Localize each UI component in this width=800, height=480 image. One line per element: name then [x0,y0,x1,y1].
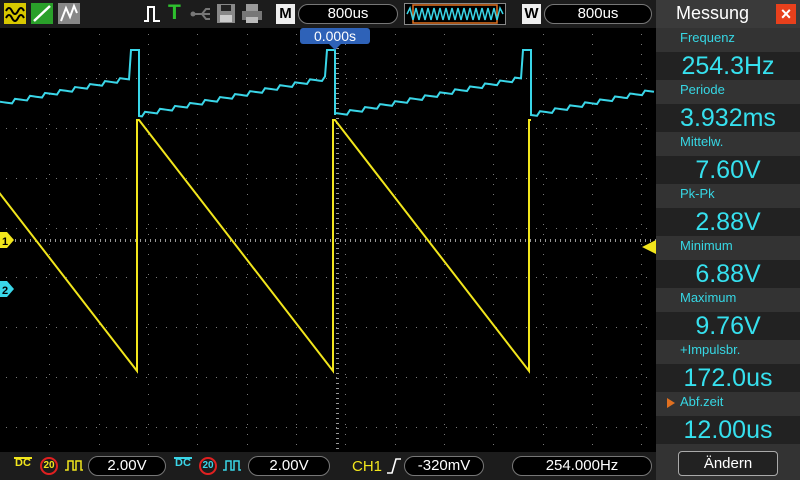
measurement-value-fall-time[interactable]: 12.00us [656,416,800,444]
measurement-value-frequency[interactable]: 254.3Hz [656,52,800,80]
ch2-marker-label: 2 [2,285,8,297]
measurement-value-period[interactable]: 3.932ms [656,104,800,132]
timebase-display[interactable]: 800us [298,4,398,24]
measurement-label-period: Periode [680,82,725,97]
window-timebase-label: W [522,4,541,24]
ch2-scale-display[interactable]: 2.00V [248,456,330,476]
measurement-label-pkpk: Pk-Pk [680,186,715,201]
ch2-waveform [0,49,655,118]
waveform-grid: 1 2 [0,28,656,449]
measurement-label-frequency: Frequenz [680,30,735,45]
ch1-marker-label: 1 [2,236,8,248]
bottom-status-bar: DC 20 2.00V DC 20 2.00V CH1 -320mV 254.0… [0,452,656,480]
waveform-icon[interactable] [4,3,26,24]
change-button[interactable]: Ändern [678,451,778,476]
measurement-value-maximum[interactable]: 9.76V [656,312,800,340]
measurement-label-maximum: Maximum [680,290,737,305]
trigger-level-display[interactable]: -320mV [404,456,484,476]
measurement-value-pkpk[interactable]: 2.88V [656,208,800,236]
measurement-label-fall-time: Abf.zeit [680,394,724,409]
panel-header: Messung × [656,0,800,28]
measurement-value-mean[interactable]: 7.60V [656,156,800,184]
trigger-level-marker[interactable] [642,240,656,254]
slope-icon[interactable] [31,3,53,24]
ch1-waveform [0,119,531,374]
measurement-value-pulse-width[interactable]: 172.0us [656,364,800,392]
trigger-edge-icon [144,6,160,22]
ch1-scale-display[interactable]: 2.00V [88,456,166,476]
ch2-bandwidth-limit[interactable]: 20 [199,457,217,475]
ch2-coupling[interactable]: DC [174,457,192,469]
rising-edge-icon [387,458,401,474]
ch2-pulse-icon [223,460,241,471]
ch1-coupling[interactable]: DC [14,457,32,469]
measurement-label-mean: Mittelw. [680,134,724,149]
trigger-source[interactable]: CH1 [352,458,382,475]
ch1-bandwidth-limit[interactable]: 20 [40,457,58,475]
math-icon[interactable] [58,3,80,24]
panel-title: Messung [676,3,750,23]
top-status-bar: T M 800us W 800us [0,0,656,28]
measurement-value-minimum[interactable]: 6.88V [656,260,800,288]
print-icon[interactable] [241,3,263,24]
usb-icon [190,8,210,20]
measurement-panel: Messung × Frequenz 254.3Hz Periode 3.932… [656,0,800,480]
trigger-status: T [168,1,181,24]
trigger-position-display[interactable]: 0.000s [300,28,370,44]
selected-marker-icon [667,398,675,408]
save-icon[interactable] [216,3,236,24]
ch1-pulse-icon [65,460,83,471]
measurement-label-pulse-width: +Impulsbr. [680,342,741,357]
measurement-label-minimum: Minimum [680,238,733,253]
trigger-frequency-display: 254.000Hz [512,456,652,476]
main-timebase-label: M [276,4,295,24]
oscilloscope-screen[interactable]: 1 2 0.000s [0,28,656,452]
close-button[interactable]: × [776,4,796,24]
memory-overview-bar[interactable] [404,3,506,25]
window-timebase-display[interactable]: 800us [544,4,652,24]
memory-waveform-icon [406,4,504,24]
